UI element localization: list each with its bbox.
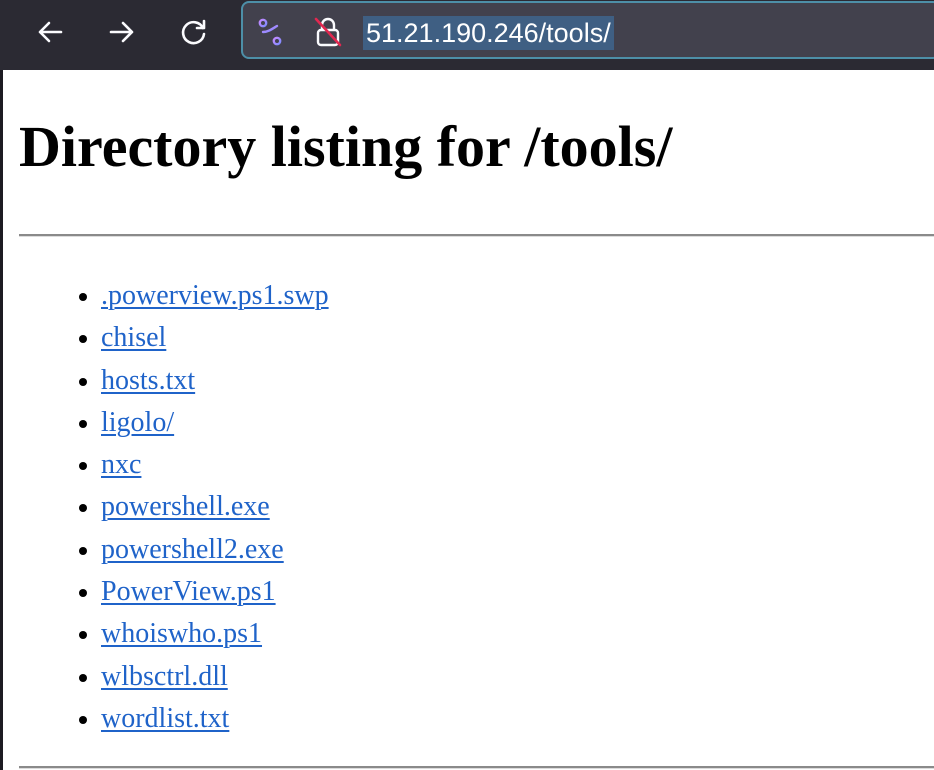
file-link[interactable]: powershell.exe <box>101 491 270 522</box>
list-item: powershell2.exe <box>101 529 329 571</box>
list-item: nxc <box>101 444 329 486</box>
file-link[interactable]: ligolo/ <box>101 407 174 438</box>
divider-bottom <box>19 766 934 769</box>
file-link[interactable]: wordlist.txt <box>101 703 229 734</box>
file-link[interactable]: wlbsctrl.dll <box>101 661 228 692</box>
arrow-right-icon <box>109 21 134 43</box>
insecure-lock-icon[interactable] <box>313 17 343 47</box>
divider-top <box>19 234 934 237</box>
reload-button[interactable] <box>174 12 214 52</box>
file-link[interactable]: whoiswho.ps1 <box>101 618 262 649</box>
file-link[interactable]: chisel <box>101 322 166 353</box>
list-item: wlbsctrl.dll <box>101 656 329 698</box>
page-title: Directory listing for /tools/ <box>19 114 673 179</box>
file-link[interactable]: hosts.txt <box>101 365 195 396</box>
file-link[interactable]: PowerView.ps1 <box>101 576 276 607</box>
list-item: chisel <box>101 317 329 359</box>
url-text[interactable]: 51.21.190.246/tools/ <box>363 16 614 50</box>
file-link[interactable]: .powerview.ps1.swp <box>101 280 329 311</box>
list-item: wordlist.txt <box>101 698 329 740</box>
list-item: powershell.exe <box>101 486 329 528</box>
list-item: hosts.txt <box>101 360 329 402</box>
file-list: .powerview.ps1.swp chisel hosts.txt ligolo/… <box>3 275 329 740</box>
tracking-protection-icon[interactable] <box>255 17 285 47</box>
list-item: ligolo/ <box>101 402 329 444</box>
list-item: PowerView.ps1 <box>101 571 329 613</box>
back-button[interactable] <box>30 12 70 52</box>
browser-toolbar: 51.21.190.246/tools/ <box>0 0 934 70</box>
list-item: .powerview.ps1.swp <box>101 275 329 317</box>
forward-button[interactable] <box>102 12 142 52</box>
page-content: Directory listing for /tools/ .powerview… <box>0 70 934 770</box>
list-item: whoiswho.ps1 <box>101 613 329 655</box>
url-bar[interactable]: 51.21.190.246/tools/ <box>241 1 934 59</box>
file-link[interactable]: powershell2.exe <box>101 534 284 565</box>
arrow-left-icon <box>38 21 63 43</box>
reload-icon <box>181 19 206 45</box>
file-link[interactable]: nxc <box>101 449 141 480</box>
